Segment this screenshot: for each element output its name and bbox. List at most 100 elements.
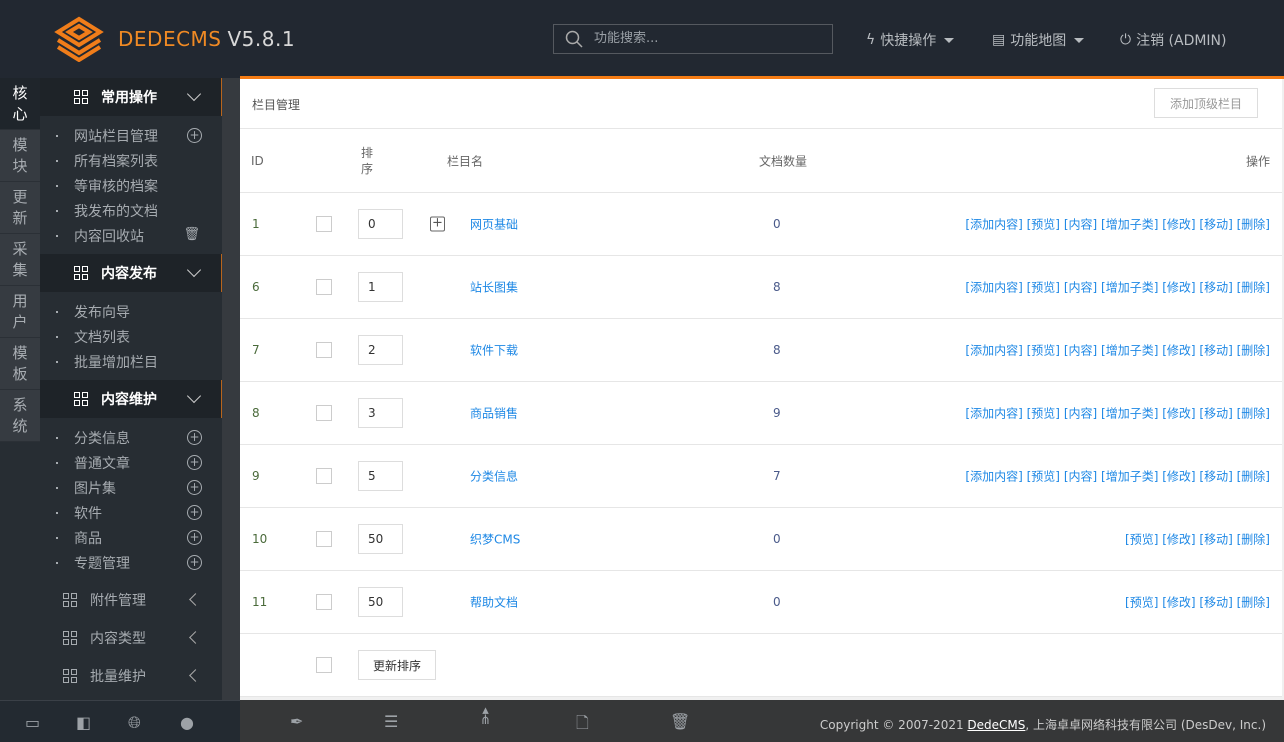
row-action-link[interactable]: [内容]: [1064, 407, 1097, 421]
row-action-link[interactable]: [添加内容]: [965, 344, 1022, 358]
globe-icon[interactable]: 🌐︎: [128, 713, 141, 733]
dedecms-link[interactable]: DedeCMS: [967, 718, 1025, 732]
row-action-link[interactable]: [删除]: [1237, 281, 1270, 295]
sidebar-item[interactable]: 我发布的文档: [40, 198, 222, 223]
plus-circle-icon[interactable]: +: [187, 455, 202, 470]
expand-icon[interactable]: +: [430, 216, 445, 232]
row-action-link[interactable]: [移动]: [1199, 407, 1232, 421]
plus-circle-icon[interactable]: +: [187, 530, 202, 545]
category-name-link[interactable]: 网页基础: [470, 216, 518, 233]
category-name-link[interactable]: 帮助文档: [470, 594, 518, 611]
row-action-link[interactable]: [预览]: [1125, 596, 1158, 610]
row-action-link[interactable]: [移动]: [1199, 596, 1232, 610]
row-checkbox[interactable]: [316, 342, 332, 358]
module-tab[interactable]: 模板: [0, 338, 40, 390]
update-order-button[interactable]: 更新排序: [358, 650, 437, 680]
row-action-link[interactable]: [删除]: [1237, 218, 1270, 232]
category-name-link[interactable]: 织梦CMS: [470, 531, 520, 548]
sidebar-item[interactable]: 普通文章 +: [40, 450, 222, 475]
plus-circle-icon[interactable]: +: [187, 505, 202, 520]
select-all-checkbox[interactable]: [316, 657, 332, 673]
row-checkbox[interactable]: [316, 279, 332, 295]
module-tab[interactable]: 核心: [0, 78, 40, 130]
module-tab[interactable]: 模块: [0, 130, 40, 182]
row-action-link[interactable]: [增加子类]: [1101, 407, 1158, 421]
sidebar-section-header[interactable]: 内容维护: [40, 380, 222, 418]
module-tab[interactable]: 采集: [0, 234, 40, 286]
order-input[interactable]: [358, 209, 403, 239]
module-tab[interactable]: 用户: [0, 286, 40, 338]
sidebar-item[interactable]: 软件 +: [40, 500, 222, 525]
order-input[interactable]: [358, 272, 403, 302]
sidebar-item[interactable]: 图片集 +: [40, 475, 222, 500]
row-action-link[interactable]: [预览]: [1027, 344, 1060, 358]
row-action-link[interactable]: [删除]: [1237, 407, 1270, 421]
sidebar-item[interactable]: 专题管理 +: [40, 550, 222, 575]
sidebar-item[interactable]: 内容回收站 🗑︎: [40, 223, 222, 248]
plus-circle-icon[interactable]: +: [187, 128, 202, 143]
logout-button[interactable]: ⏻ 注销 (ADMIN): [1120, 30, 1227, 50]
sidebar-item[interactable]: 批量增加栏目: [40, 349, 222, 374]
row-action-link[interactable]: [内容]: [1064, 281, 1097, 295]
row-checkbox[interactable]: [316, 216, 332, 232]
row-action-link[interactable]: [移动]: [1199, 218, 1232, 232]
function-search-input[interactable]: 功能搜索...: [553, 24, 833, 54]
plus-circle-icon[interactable]: +: [187, 555, 202, 570]
row-action-link[interactable]: [增加子类]: [1101, 344, 1158, 358]
row-action-link[interactable]: [删除]: [1237, 533, 1270, 547]
sidebar-section-collapsed[interactable]: 内容类型: [40, 619, 222, 657]
sidebar-item[interactable]: 文档列表: [40, 324, 222, 349]
trash-icon[interactable]: 🗑︎: [670, 712, 690, 731]
sidebar-section-collapsed[interactable]: 批量维护: [40, 657, 222, 695]
order-input[interactable]: [358, 461, 403, 491]
row-action-link[interactable]: [添加内容]: [965, 470, 1022, 484]
function-map-menu[interactable]: ▤ 功能地图: [992, 30, 1085, 50]
row-action-link[interactable]: [删除]: [1237, 596, 1270, 610]
document-icon[interactable]: 🗋︎: [576, 712, 589, 739]
row-action-link[interactable]: [内容]: [1064, 218, 1097, 232]
row-action-link[interactable]: [增加子类]: [1101, 218, 1158, 232]
window-icon[interactable]: ▭: [25, 713, 40, 732]
plus-circle-icon[interactable]: +: [187, 430, 202, 445]
plus-circle-icon[interactable]: +: [187, 480, 202, 495]
row-action-link[interactable]: [删除]: [1237, 470, 1270, 484]
row-action-link[interactable]: [预览]: [1027, 218, 1060, 232]
github-icon[interactable]: ●: [180, 713, 194, 732]
row-action-link[interactable]: [移动]: [1199, 281, 1232, 295]
pen-icon[interactable]: ✒︎: [290, 712, 303, 731]
order-input[interactable]: [358, 398, 403, 428]
trash-icon[interactable]: 🗑︎: [183, 227, 200, 242]
row-action-link[interactable]: [修改]: [1162, 407, 1195, 421]
sidebar-toggle-icon[interactable]: ◧: [76, 713, 91, 732]
sidebar-item[interactable]: 所有档案列表: [40, 148, 222, 173]
row-checkbox[interactable]: [316, 531, 332, 547]
row-action-link[interactable]: [修改]: [1162, 281, 1195, 295]
quick-ops-menu[interactable]: ϟ 快捷操作: [866, 30, 955, 50]
row-checkbox[interactable]: [316, 468, 332, 484]
module-tab[interactable]: 更新: [0, 182, 40, 234]
row-action-link[interactable]: [移动]: [1199, 533, 1232, 547]
row-action-link[interactable]: [添加内容]: [965, 407, 1022, 421]
row-action-link[interactable]: [修改]: [1162, 344, 1195, 358]
row-action-link[interactable]: [移动]: [1199, 470, 1232, 484]
category-name-link[interactable]: 分类信息: [470, 468, 518, 485]
row-action-link[interactable]: [预览]: [1027, 407, 1060, 421]
row-action-link[interactable]: [修改]: [1162, 596, 1195, 610]
order-input[interactable]: [358, 587, 403, 617]
sitemap-icon[interactable]: ▴ ⋔: [480, 704, 491, 727]
sidebar-item[interactable]: 发布向导: [40, 299, 222, 324]
category-name-link[interactable]: 软件下载: [470, 342, 518, 359]
row-action-link[interactable]: [修改]: [1162, 533, 1195, 547]
row-action-link[interactable]: [预览]: [1027, 281, 1060, 295]
sidebar-item[interactable]: 分类信息 +: [40, 425, 222, 450]
module-tab[interactable]: 系统: [0, 390, 40, 442]
order-input[interactable]: [358, 524, 403, 554]
row-action-link[interactable]: [修改]: [1162, 470, 1195, 484]
list-icon[interactable]: ☰: [384, 712, 398, 731]
row-action-link[interactable]: [增加子类]: [1101, 470, 1158, 484]
sidebar-scrollbar[interactable]: [222, 78, 240, 700]
sidebar-section-header[interactable]: 常用操作: [40, 78, 222, 116]
row-action-link[interactable]: [预览]: [1027, 470, 1060, 484]
row-action-link[interactable]: [增加子类]: [1101, 281, 1158, 295]
row-action-link[interactable]: [添加内容]: [965, 218, 1022, 232]
